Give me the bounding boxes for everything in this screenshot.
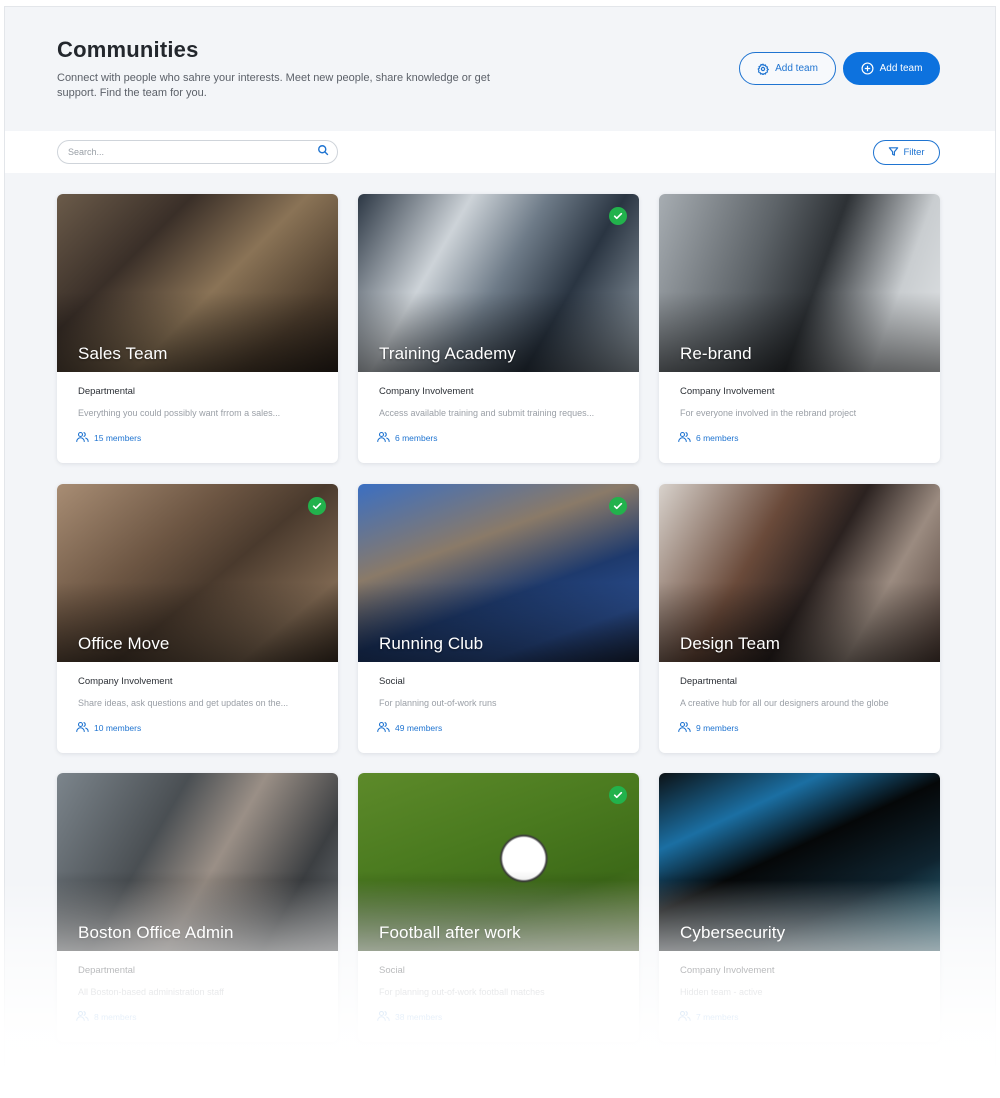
team-card[interactable]: Training Academy Company Involvement Acc… bbox=[358, 194, 639, 463]
team-members-link[interactable]: 9 members bbox=[678, 721, 739, 735]
team-card[interactable]: Running Club Social For planning out-of-… bbox=[358, 484, 639, 753]
add-team-primary-button[interactable]: Add team bbox=[843, 52, 940, 85]
team-category: Company Involvement bbox=[680, 965, 775, 976]
team-members-count: 8 members bbox=[94, 1012, 137, 1022]
team-category: Company Involvement bbox=[379, 386, 474, 397]
search-icon[interactable] bbox=[317, 143, 329, 161]
team-card[interactable]: Cybersecurity Company Involvement Hidden… bbox=[659, 773, 940, 1042]
joined-check-icon bbox=[609, 207, 627, 225]
page-title: Communities bbox=[57, 37, 199, 62]
team-members-count: 7 members bbox=[696, 1012, 739, 1022]
team-members-count: 10 members bbox=[94, 723, 142, 733]
joined-check-icon bbox=[609, 786, 627, 804]
team-members-count: 49 members bbox=[395, 723, 443, 733]
filter-icon bbox=[888, 146, 899, 160]
team-members-link[interactable]: 38 members bbox=[377, 1010, 442, 1024]
team-card[interactable]: Design Team Departmental A creative hub … bbox=[659, 484, 940, 753]
team-category: Departmental bbox=[78, 965, 136, 976]
team-card[interactable]: Office Move Company Involvement Share id… bbox=[57, 484, 338, 753]
team-card[interactable]: Re-brand Company Involvement For everyon… bbox=[659, 194, 940, 463]
users-icon bbox=[76, 1010, 89, 1024]
users-icon bbox=[76, 431, 89, 445]
users-icon bbox=[678, 721, 691, 735]
team-members-count: 6 members bbox=[696, 433, 739, 443]
users-icon bbox=[377, 431, 390, 445]
gear-icon bbox=[757, 62, 770, 75]
team-name: Cybersecurity bbox=[680, 923, 786, 942]
team-name: Football after work bbox=[379, 923, 521, 942]
joined-check-icon bbox=[308, 497, 326, 515]
team-category: Departmental bbox=[78, 386, 136, 397]
team-members-link[interactable]: 6 members bbox=[678, 431, 739, 445]
add-team-secondary-button[interactable]: Add team bbox=[739, 52, 836, 85]
team-description: All Boston-based administration staff bbox=[78, 987, 224, 997]
filter-button[interactable]: Filter bbox=[873, 140, 940, 165]
users-icon bbox=[377, 1010, 390, 1024]
users-icon bbox=[76, 721, 89, 735]
team-category: Departmental bbox=[680, 676, 738, 687]
team-description: For everyone involved in the rebrand pro… bbox=[680, 408, 857, 418]
team-members-link[interactable]: 7 members bbox=[678, 1010, 739, 1024]
users-icon bbox=[678, 1010, 691, 1024]
team-category: Company Involvement bbox=[680, 386, 775, 397]
team-name: Training Academy bbox=[379, 344, 517, 363]
team-members-count: 9 members bbox=[696, 723, 739, 733]
team-category: Social bbox=[379, 965, 405, 976]
team-description: Everything you could possibly want frrom… bbox=[78, 408, 281, 418]
team-members-link[interactable]: 6 members bbox=[377, 431, 438, 445]
add-team-secondary-label: Add team bbox=[775, 63, 818, 74]
team-members-link[interactable]: 49 members bbox=[377, 721, 442, 735]
plus-circle-icon bbox=[861, 62, 874, 75]
team-description: For planning out-of-work runs bbox=[379, 698, 497, 708]
team-card[interactable]: Sales Team Departmental Everything you c… bbox=[57, 194, 338, 463]
team-name: Running Club bbox=[379, 634, 484, 653]
users-icon bbox=[678, 431, 691, 445]
joined-check-icon bbox=[609, 497, 627, 515]
team-category: Social bbox=[379, 676, 405, 687]
team-name: Design Team bbox=[680, 634, 781, 653]
team-description: For planning out-of-work football matche… bbox=[379, 987, 545, 997]
toolbar: Filter bbox=[5, 131, 995, 173]
team-members-link[interactable]: 15 members bbox=[76, 431, 141, 445]
team-members-count: 6 members bbox=[395, 433, 438, 443]
add-team-primary-label: Add team bbox=[879, 63, 923, 74]
team-name: Sales Team bbox=[78, 344, 168, 363]
team-description: Hidden team - active bbox=[680, 987, 763, 997]
communities-page: Communities Connect with people who sahr… bbox=[4, 6, 996, 1066]
team-card[interactable]: Football after work Social For planning … bbox=[358, 773, 639, 1042]
search-input[interactable] bbox=[68, 147, 317, 157]
team-name: Office Move bbox=[78, 634, 170, 653]
team-members-link[interactable]: 10 members bbox=[76, 721, 141, 735]
filter-label: Filter bbox=[903, 147, 925, 158]
search-box[interactable] bbox=[57, 140, 338, 164]
team-members-count: 15 members bbox=[94, 433, 142, 443]
team-members-link[interactable]: 8 members bbox=[76, 1010, 137, 1024]
team-name: Boston Office Admin bbox=[78, 923, 234, 942]
team-card[interactable]: Boston Office Admin Departmental All Bos… bbox=[57, 773, 338, 1042]
team-description: Share ideas, ask questions and get updat… bbox=[78, 698, 289, 708]
users-icon bbox=[377, 721, 390, 735]
page-header: Communities Connect with people who sahr… bbox=[5, 7, 995, 131]
team-description: A creative hub for all our designers aro… bbox=[680, 698, 889, 708]
team-name: Re-brand bbox=[680, 344, 752, 363]
page-description: Connect with people who sahre your inter… bbox=[57, 72, 490, 99]
team-description: Access available training and submit tra… bbox=[379, 408, 595, 418]
team-members-count: 38 members bbox=[395, 1012, 443, 1022]
team-category: Company Involvement bbox=[78, 676, 173, 687]
